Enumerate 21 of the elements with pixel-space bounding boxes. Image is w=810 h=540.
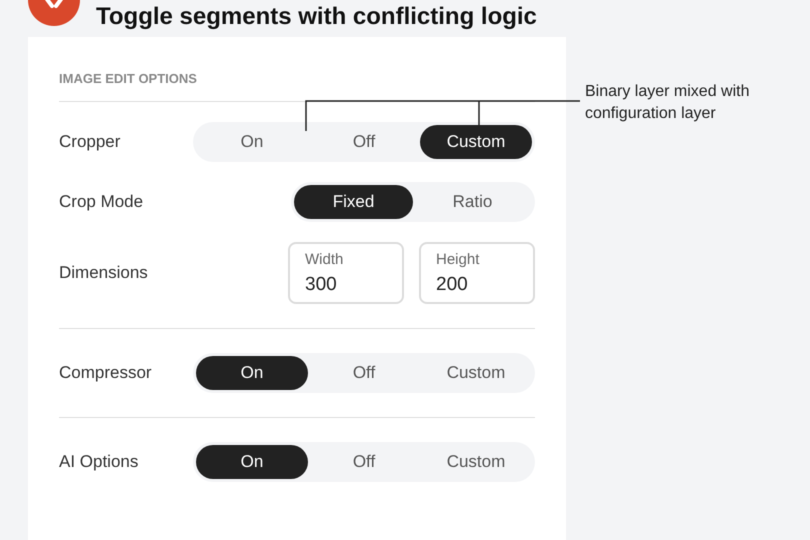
segment-option[interactable]: Fixed (294, 184, 413, 218)
input-field[interactable]: Width 300 (288, 242, 404, 304)
segment-option[interactable]: On (196, 444, 308, 478)
row-label: Compressor (59, 362, 152, 384)
input-field[interactable]: Height 200 (419, 242, 535, 304)
segment-option[interactable]: On (196, 124, 308, 158)
row-label: Dimensions (59, 262, 148, 284)
segment-option[interactable]: Ratio (413, 184, 532, 218)
segment-option[interactable]: Custom (420, 356, 532, 390)
segment-option[interactable]: On (196, 356, 308, 390)
segment-option[interactable]: Off (308, 444, 420, 478)
row-label: Crop Mode (59, 190, 144, 213)
segment-option[interactable]: Custom (420, 124, 532, 158)
segment-option[interactable]: Off (308, 124, 420, 158)
segment-option[interactable]: Custom (420, 444, 532, 478)
segment-option[interactable]: Off (308, 356, 420, 390)
page-title: Toggle segments with conflicting logic (96, 2, 537, 32)
panel-heading: IMAGE EDIT OPTIONS (59, 69, 535, 102)
annotation-text: Binary layer mixed with configuration layer (585, 82, 750, 124)
row-label: Cropper (59, 130, 120, 153)
row-label: AI Options (59, 450, 138, 473)
